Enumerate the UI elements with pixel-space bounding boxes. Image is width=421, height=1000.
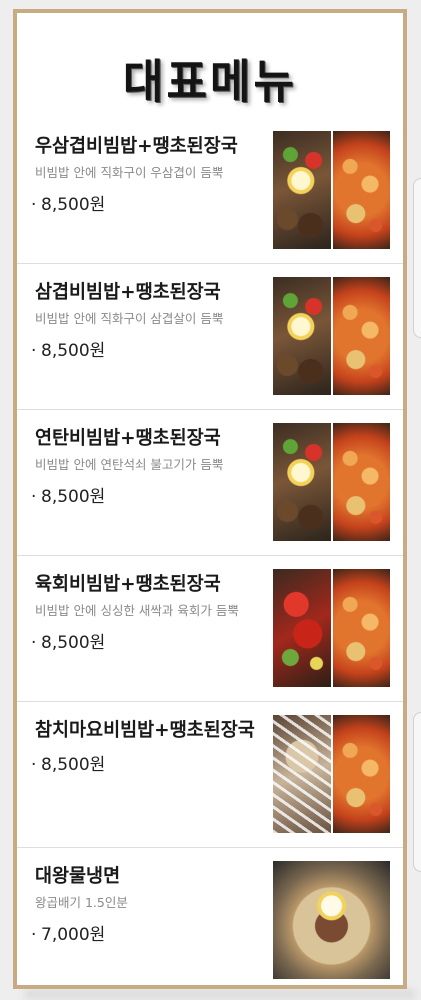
- menu-item-description: 비빔밥 안에 직화구이 삼겹살이 듬뿍: [35, 311, 224, 326]
- menu-item-name: 육회비빔밥+땡초된장국: [35, 574, 221, 595]
- price-bullet: ·: [31, 341, 37, 361]
- price-value: 8,500원: [41, 341, 106, 361]
- price-value: 7,000원: [41, 925, 106, 945]
- menu-item-usamgyeop-bibimbap[interactable]: 우삼겹비빔밥+땡초된장국 비빔밥 안에 직화구이 우삼겹이 듬뿍 · 8,500원: [17, 118, 403, 264]
- doenjang-stew-photo: [332, 277, 390, 395]
- price-value: 8,500원: [41, 195, 106, 215]
- doenjang-stew-photo: [332, 715, 390, 833]
- menu-item-price: · 8,500원: [31, 336, 105, 361]
- doenjang-stew-photo: [332, 423, 390, 541]
- price-value: 8,500원: [41, 633, 106, 653]
- menu-item-description: 비빔밥 안에 싱싱한 새싹과 육회가 듬뿍: [35, 603, 239, 618]
- menu-item-price: · 8,500원: [31, 482, 105, 507]
- menu-item-daewang-mulnaengmyeon[interactable]: 대왕물냉면 왕곱배기 1.5인분 · 7,000원: [17, 848, 403, 988]
- menu-item-name: 참치마요비빔밥+땡초된장국: [35, 720, 255, 741]
- side-panel-handle-bottom[interactable]: [413, 712, 421, 872]
- price-bullet: ·: [31, 195, 37, 215]
- menu-item-description: 비빔밥 안에 직화구이 우삼겹이 듬뿍: [35, 165, 224, 180]
- bibimbap-photo: [273, 131, 331, 249]
- menu-item-name: 우삼겹비빔밥+땡초된장국: [35, 136, 238, 157]
- menu-item-price: · 8,500원: [31, 750, 105, 775]
- naengmyeon-photo: [273, 861, 390, 979]
- menu-item-samgyeop-bibimbap[interactable]: 삼겹비빔밥+땡초된장국 비빔밥 안에 직화구이 삼겹살이 듬뿍 · 8,500원: [17, 264, 403, 410]
- menu-item-photos: [273, 131, 390, 249]
- menu-item-name: 삼겹비빔밥+땡초된장국: [35, 282, 221, 303]
- price-bullet: ·: [31, 633, 37, 653]
- bibimbap-photo: [273, 423, 331, 541]
- menu-item-name: 대왕물냉면: [35, 866, 121, 887]
- menu-item-photos: [273, 569, 390, 687]
- side-panel-handle-top[interactable]: [413, 178, 421, 338]
- menu-item-photos: [273, 861, 390, 979]
- menu-item-name: 연탄비빔밥+땡초된장국: [35, 428, 221, 449]
- menu-board: 대표메뉴 우삼겹비빔밥+땡초된장국 비빔밥 안에 직화구이 우삼겹이 듬뿍 · 8…: [13, 9, 407, 989]
- menu-item-price: · 8,500원: [31, 628, 105, 653]
- price-bullet: ·: [31, 487, 37, 507]
- menu-list: 우삼겹비빔밥+땡초된장국 비빔밥 안에 직화구이 우삼겹이 듬뿍 · 8,500원…: [17, 118, 403, 988]
- menu-item-photos: [273, 715, 390, 833]
- menu-item-yukhoe-bibimbap[interactable]: 육회비빔밥+땡초된장국 비빔밥 안에 싱싱한 새싹과 육회가 듬뿍 · 8,500…: [17, 556, 403, 702]
- menu-item-description: 왕곱배기 1.5인분: [35, 895, 128, 910]
- price-bullet: ·: [31, 755, 37, 775]
- menu-item-photos: [273, 423, 390, 541]
- menu-item-price: · 8,500원: [31, 190, 105, 215]
- bibimbap-photo: [273, 277, 331, 395]
- menu-title: 대표메뉴: [123, 55, 297, 110]
- price-bullet: ·: [31, 925, 37, 945]
- bibimbap-photo: [273, 715, 331, 833]
- menu-item-description: 비빔밥 안에 연탄석쇠 불고기가 듬뿍: [35, 457, 224, 472]
- bibimbap-photo: [273, 569, 331, 687]
- doenjang-stew-photo: [332, 569, 390, 687]
- menu-item-yeontan-bibimbap[interactable]: 연탄비빔밥+땡초된장국 비빔밥 안에 연탄석쇠 불고기가 듬뿍 · 8,500원: [17, 410, 403, 556]
- menu-item-chamchimayo-bibimbap[interactable]: 참치마요비빔밥+땡초된장국 · 8,500원: [17, 702, 403, 848]
- price-value: 8,500원: [41, 487, 106, 507]
- doenjang-stew-photo: [332, 131, 390, 249]
- menu-item-price: · 7,000원: [31, 920, 105, 945]
- price-value: 8,500원: [41, 755, 106, 775]
- menu-item-photos: [273, 277, 390, 395]
